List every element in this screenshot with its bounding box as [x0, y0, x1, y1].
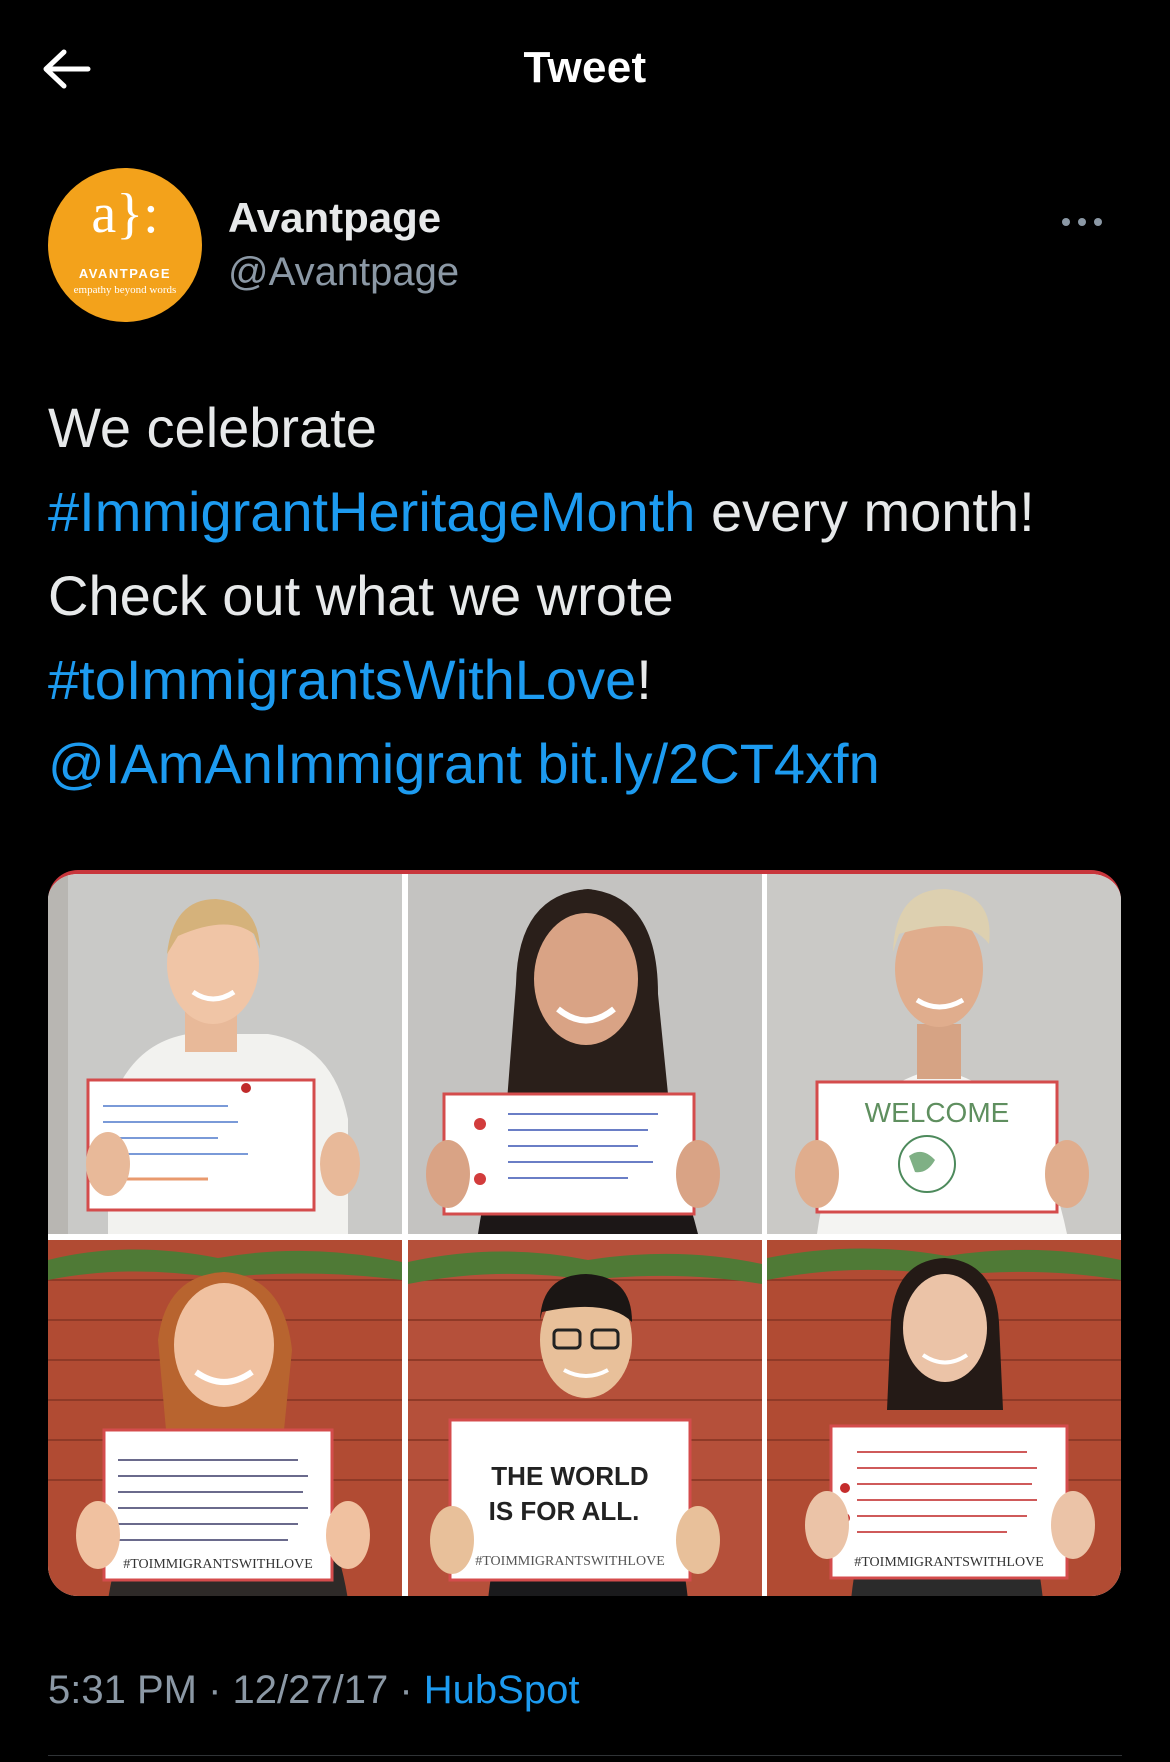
more-horizontal-icon	[1062, 218, 1102, 226]
url-link[interactable]: bit.ly/2CT4xfn	[537, 732, 879, 795]
photo-image: #TOIMMIGRANTSWITHLOVE	[767, 1240, 1121, 1596]
mention-link[interactable]: @IAmAnImmigrant	[48, 732, 522, 795]
meta-separator: ·	[388, 1668, 424, 1712]
back-button[interactable]	[30, 38, 102, 100]
tweet-time[interactable]: 5:31 PM	[48, 1668, 197, 1712]
tweet-meta: 5:31 PM · 12/27/17 · HubSpot	[48, 1668, 579, 1713]
photo-image: THE WORLD IS FOR ALL. #TOIMMIGRANTSWITHL…	[408, 1240, 762, 1596]
sign-text: #TOIMMIGRANTSWITHLOVE	[123, 1557, 313, 1572]
tweet-text-segment	[522, 732, 538, 795]
hashtag-link[interactable]: #toImmigrantsWithLove	[48, 648, 636, 711]
tweet-text-segment: We celebrate	[48, 396, 377, 459]
avatar-brand-text: AVANTPAGE	[78, 266, 172, 281]
page-title: Tweet	[523, 43, 647, 92]
photo-image: #TOIMMIGRANTSWITHLOVE	[48, 1240, 402, 1596]
photo-image	[408, 874, 762, 1234]
photo-woman-blonde[interactable]	[48, 874, 402, 1234]
more-options-button[interactable]	[1052, 204, 1112, 240]
tweet-date[interactable]: 12/27/17	[233, 1668, 389, 1712]
photo-image: WELCOME	[767, 874, 1121, 1234]
author-display-name[interactable]: Avantpage	[228, 194, 441, 242]
photo-man-blond-hair[interactable]: WELCOME	[767, 874, 1121, 1234]
meta-separator: ·	[196, 1668, 233, 1712]
arrow-left-icon	[43, 49, 91, 89]
divider	[48, 1755, 1122, 1756]
hashtag-link[interactable]: #ImmigrantHeritageMonth	[48, 480, 695, 543]
tweet-author: a}: AVANTPAGE empathy beyond words Avant…	[48, 168, 1122, 324]
tweet-source[interactable]: HubSpot	[424, 1668, 580, 1712]
tweet-media[interactable]: WELCOME #TOIMMIGRANTSWITHLOVE THE WORLD …	[48, 870, 1121, 1596]
author-handle[interactable]: @Avantpage	[228, 250, 459, 295]
sign-text: IS FOR ALL.	[489, 1496, 640, 1526]
sign-text: THE WORLD	[491, 1461, 648, 1491]
avatar[interactable]: a}: AVANTPAGE empathy beyond words	[48, 168, 202, 322]
photo-image	[48, 874, 402, 1234]
photo-woman-red-hair[interactable]: #TOIMMIGRANTSWITHLOVE	[48, 1240, 402, 1596]
sign-text: #TOIMMIGRANTSWITHLOVE	[475, 1554, 665, 1569]
tweet-text: We celebrate #ImmigrantHeritageMonth eve…	[48, 386, 1118, 806]
avatar-tagline: empathy beyond words	[73, 284, 177, 296]
photo-woman-short-hair[interactable]: #TOIMMIGRANTSWITHLOVE	[767, 1240, 1121, 1596]
tweet-text-segment: !	[636, 648, 652, 711]
photo-woman-dark-hair[interactable]	[408, 874, 762, 1234]
sign-text: WELCOME	[865, 1097, 1010, 1128]
photo-man-glasses[interactable]: THE WORLD IS FOR ALL. #TOIMMIGRANTSWITHL…	[408, 1240, 762, 1596]
avatar-monogram: a}:	[91, 183, 159, 245]
top-bar: Tweet	[0, 0, 1170, 136]
sign-text: #TOIMMIGRANTSWITHLOVE	[854, 1555, 1044, 1570]
